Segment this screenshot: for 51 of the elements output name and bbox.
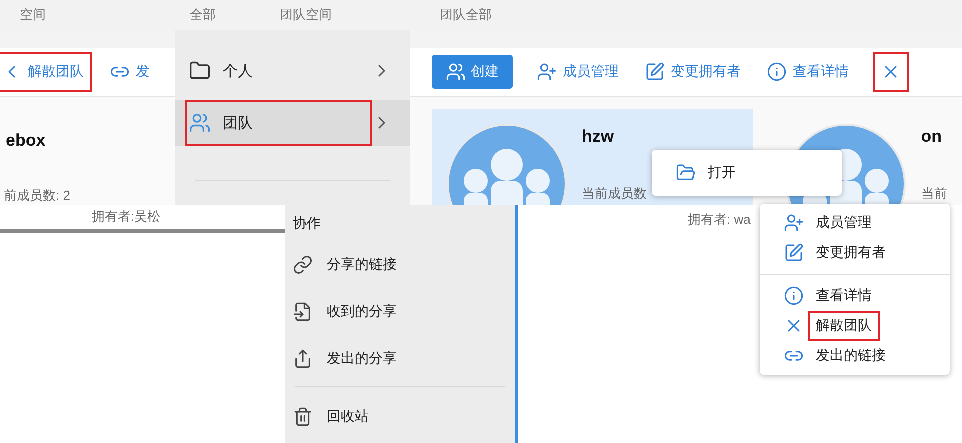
link-icon — [293, 254, 313, 274]
team-name: hzw — [582, 127, 616, 147]
side-menu-item[interactable]: 发出的分享 — [285, 335, 515, 382]
breadcrumb-text: 团队空间 — [280, 6, 333, 24]
toolbar-button[interactable]: 解散团队 — [0, 52, 92, 92]
member-count: 当前成员数 — [582, 185, 647, 203]
folder-icon — [676, 163, 696, 183]
owner-text: 拥有者: wa — [688, 211, 751, 229]
menu-label: 解散团队 — [808, 311, 880, 341]
info-icon — [784, 286, 804, 306]
folder-icon — [189, 60, 211, 82]
member-count: 当前 — [921, 185, 948, 203]
toolbar-button[interactable] — [873, 52, 909, 92]
toolbar-button[interactable]: 变更拥有者 — [643, 52, 743, 92]
menu-label: 成员管理 — [815, 213, 873, 232]
menu-label: 查看详情 — [815, 286, 873, 305]
breadcrumb-text: 团队全部 — [440, 6, 493, 24]
section-header: 协作 — [293, 215, 321, 233]
user-plus-icon — [537, 62, 557, 82]
team-add-icon — [446, 62, 466, 82]
menu-item[interactable]: 查看详情 — [760, 281, 950, 311]
menu-item[interactable]: 发出的链接 — [760, 341, 950, 371]
side-menu-item[interactable]: 回收站 — [285, 393, 515, 440]
team-name: on — [921, 127, 944, 147]
menu-item[interactable]: 成员管理 — [760, 208, 950, 238]
member-count: 前成员数: 2 — [4, 187, 72, 205]
nav-label: 团队 — [185, 100, 372, 146]
breadcrumb-text: 全部 — [190, 6, 217, 24]
menu-label: 变更拥有者 — [815, 243, 887, 262]
team-name: ebox — [6, 131, 47, 151]
info-icon — [767, 62, 787, 82]
edit-icon — [784, 243, 804, 263]
toolbar-button[interactable]: 发 — [108, 52, 152, 92]
owner-text: 拥有者:吴松 — [92, 208, 161, 226]
toolbar-button[interactable]: 成员管理 — [535, 52, 621, 92]
side-menu-item[interactable]: 收到的分享 — [285, 288, 515, 335]
nav-label: 个人 — [185, 48, 372, 94]
nav-item[interactable]: 个人 — [175, 48, 410, 94]
menu-item[interactable]: 解散团队 — [760, 311, 950, 341]
create-button[interactable]: 创建 — [432, 55, 513, 89]
user-plus-icon — [784, 213, 804, 233]
side-menu-item[interactable]: 分享的链接 — [285, 241, 515, 288]
edit-icon — [645, 62, 665, 82]
share-icon — [293, 348, 313, 368]
nav-item[interactable]: 团队 — [175, 100, 410, 146]
toolbar-button[interactable]: 查看详情 — [765, 52, 851, 92]
menu-label: 发出的链接 — [815, 346, 887, 365]
menu-item[interactable]: 变更拥有者 — [760, 238, 950, 268]
breadcrumb-text: 空间 — [20, 6, 47, 24]
trash-icon — [293, 406, 313, 426]
team-icon — [189, 112, 211, 134]
